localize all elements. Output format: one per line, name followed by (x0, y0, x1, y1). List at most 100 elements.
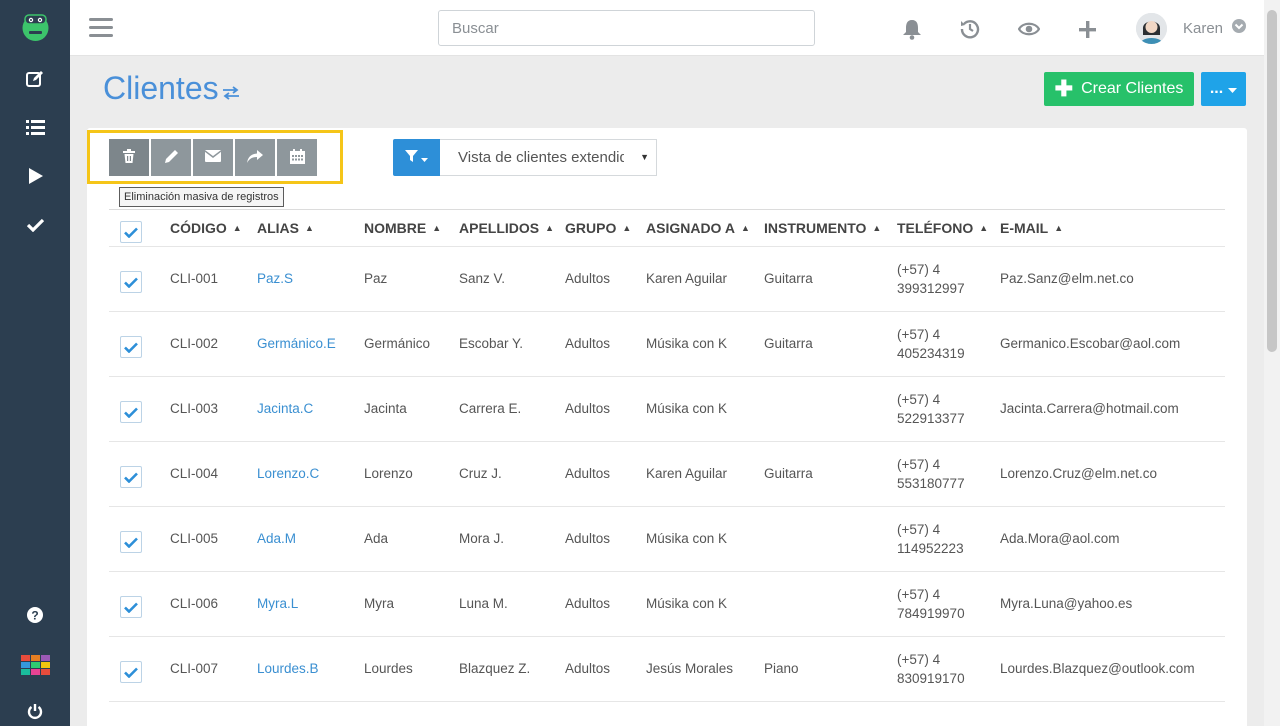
create-clients-button[interactable]: ✚ Crear Clientes (1044, 72, 1194, 106)
client-name: Germánico (364, 336, 431, 351)
user-name: Karen (1183, 19, 1224, 37)
client-code: CLI-002 (170, 336, 219, 351)
envelope-icon (204, 150, 222, 165)
sort-up-icon: ▲ (1054, 223, 1064, 233)
bulk-email-button[interactable] (193, 139, 233, 176)
table-row[interactable]: CLI-004 Lorenzo.C Lorenzo Cruz J. Adultos Kar… (109, 442, 1225, 507)
eye-icon[interactable] (1016, 16, 1042, 42)
row-checkbox[interactable] (120, 336, 142, 358)
table-row[interactable]: CLI-003 Jacinta.C Jacinta Carrera E. Adultos… (109, 377, 1225, 442)
power-icon[interactable] (0, 691, 70, 726)
edit-icon[interactable] (0, 58, 70, 98)
client-alias-link[interactable]: Jacinta.C (257, 401, 313, 416)
client-alias-link[interactable]: Germánico.E (257, 336, 336, 351)
row-checkbox[interactable] (120, 596, 142, 618)
row-checkbox[interactable] (120, 466, 142, 488)
column-header-alias[interactable]: ALIAS ▲ (257, 220, 314, 236)
client-assigned-to: Músika con K (646, 531, 728, 546)
history-icon[interactable] (957, 16, 983, 42)
bell-icon[interactable] (899, 16, 925, 42)
bulk-edit-button[interactable] (151, 139, 191, 176)
row-checkbox[interactable] (120, 401, 142, 423)
client-alias-link[interactable]: Lorenzo.C (257, 466, 319, 481)
swap-arrows-icon[interactable] (222, 86, 240, 105)
client-instrument: Guitarra (764, 271, 813, 286)
table-body: CLI-001 Paz.S Paz Sanz V. Adultos Karen Aguil… (109, 247, 1225, 702)
client-alias-link[interactable]: Ada.M (257, 531, 296, 546)
create-clients-label: Crear Clientes (1081, 80, 1184, 97)
search-input[interactable] (438, 10, 815, 46)
column-header-grupo[interactable]: GRUPO ▲ (565, 220, 631, 236)
checkmark-icon (124, 472, 138, 483)
checkmark-icon (124, 537, 138, 548)
tooltip: Eliminación masiva de registros (119, 187, 284, 207)
client-name: Lorenzo (364, 466, 413, 481)
column-header-apellidos[interactable]: APELLIDOS ▲ (459, 220, 554, 236)
column-header-label: ALIAS (257, 220, 299, 236)
client-group: Adultos (565, 531, 611, 546)
scrollbar-thumb[interactable] (1267, 10, 1277, 352)
client-name: Lourdes (364, 661, 413, 676)
column-header-codigo[interactable]: CÓDIGO ▲ (170, 220, 242, 236)
client-email: Myra.Luna@yahoo.es (1000, 596, 1133, 611)
column-header-label: INSTRUMENTO (764, 220, 867, 236)
plus-icon[interactable] (1074, 16, 1100, 42)
client-phone: (+57) 4 399312997 (897, 262, 965, 296)
check-icon[interactable] (0, 205, 70, 245)
bulk-schedule-button[interactable] (277, 139, 317, 176)
share-arrow-icon (247, 149, 263, 166)
topbar: Karen (70, 0, 1264, 56)
filter-button[interactable] (393, 139, 440, 176)
list-icon[interactable] (0, 107, 70, 147)
client-name: Myra (364, 596, 394, 611)
sort-up-icon: ▲ (232, 223, 242, 233)
bulk-delete-button[interactable] (109, 139, 149, 176)
app-logo[interactable] (19, 11, 52, 42)
column-header-telefono[interactable]: TELÉFONO ▲ (897, 220, 988, 236)
checkmark-icon (124, 667, 138, 678)
row-checkbox[interactable] (120, 271, 142, 293)
column-header-asignado[interactable]: ASIGNADO A ▲ (646, 220, 750, 236)
client-code: CLI-005 (170, 531, 219, 546)
client-lastname: Cruz J. (459, 466, 502, 481)
menu-toggle-icon[interactable] (89, 18, 113, 38)
client-phone: (+57) 4 830919170 (897, 652, 965, 686)
table-row[interactable]: CLI-001 Paz.S Paz Sanz V. Adultos Karen Aguil… (109, 247, 1225, 312)
row-checkbox[interactable] (120, 661, 142, 683)
column-header-label: NOMBRE (364, 220, 427, 236)
column-header-instrumento[interactable]: INSTRUMENTO ▲ (764, 220, 881, 236)
table-row[interactable]: CLI-007 Lourdes.B Lourdes Blazquez Z. Adulto… (109, 637, 1225, 702)
client-alias-link[interactable]: Paz.S (257, 271, 293, 286)
row-checkbox[interactable] (120, 531, 142, 553)
client-alias-link[interactable]: Lourdes.B (257, 661, 319, 676)
avatar (1136, 12, 1167, 44)
client-code: CLI-003 (170, 401, 219, 416)
select-all-checkbox[interactable] (120, 221, 142, 243)
client-code: CLI-007 (170, 661, 219, 676)
client-alias-link[interactable]: Myra.L (257, 596, 298, 611)
caret-down-icon (1228, 80, 1238, 98)
pencil-icon (164, 149, 179, 167)
client-name: Ada (364, 531, 389, 546)
help-icon[interactable]: ? (0, 595, 70, 635)
column-header-label: CÓDIGO (170, 220, 227, 236)
user-menu[interactable]: Karen (1136, 12, 1256, 44)
bulk-forward-button[interactable] (235, 139, 275, 176)
client-email: Germanico.Escobar@aol.com (1000, 336, 1181, 351)
view-select[interactable]: Vista de clientes extendida ▼ (440, 139, 657, 176)
apps-grid-icon[interactable] (0, 645, 70, 685)
column-header-nombre[interactable]: NOMBRE ▲ (364, 220, 441, 236)
play-icon[interactable] (0, 156, 70, 196)
clients-table: CÓDIGO ▲ ALIAS ▲ NOMBRE ▲ APELLIDOS ▲ GRUPO ▲ ASIG… (109, 209, 1225, 702)
table-row[interactable]: CLI-005 Ada.M Ada Mora J. Adultos Músika con … (109, 507, 1225, 572)
client-phone: (+57) 4 405234319 (897, 327, 965, 361)
client-instrument: Guitarra (764, 336, 813, 351)
client-group: Adultos (565, 401, 611, 416)
sort-up-icon: ▲ (432, 223, 442, 233)
column-header-email[interactable]: E-MAIL ▲ (1000, 220, 1063, 236)
table-row[interactable]: CLI-002 Germánico.E Germánico Escobar Y. Adu… (109, 312, 1225, 377)
table-row[interactable]: CLI-006 Myra.L Myra Luna M. Adultos Músika co… (109, 572, 1225, 637)
checkmark-icon (124, 602, 138, 613)
page-title: Clientes (103, 70, 219, 106)
more-options-button[interactable]: ... (1201, 72, 1246, 106)
